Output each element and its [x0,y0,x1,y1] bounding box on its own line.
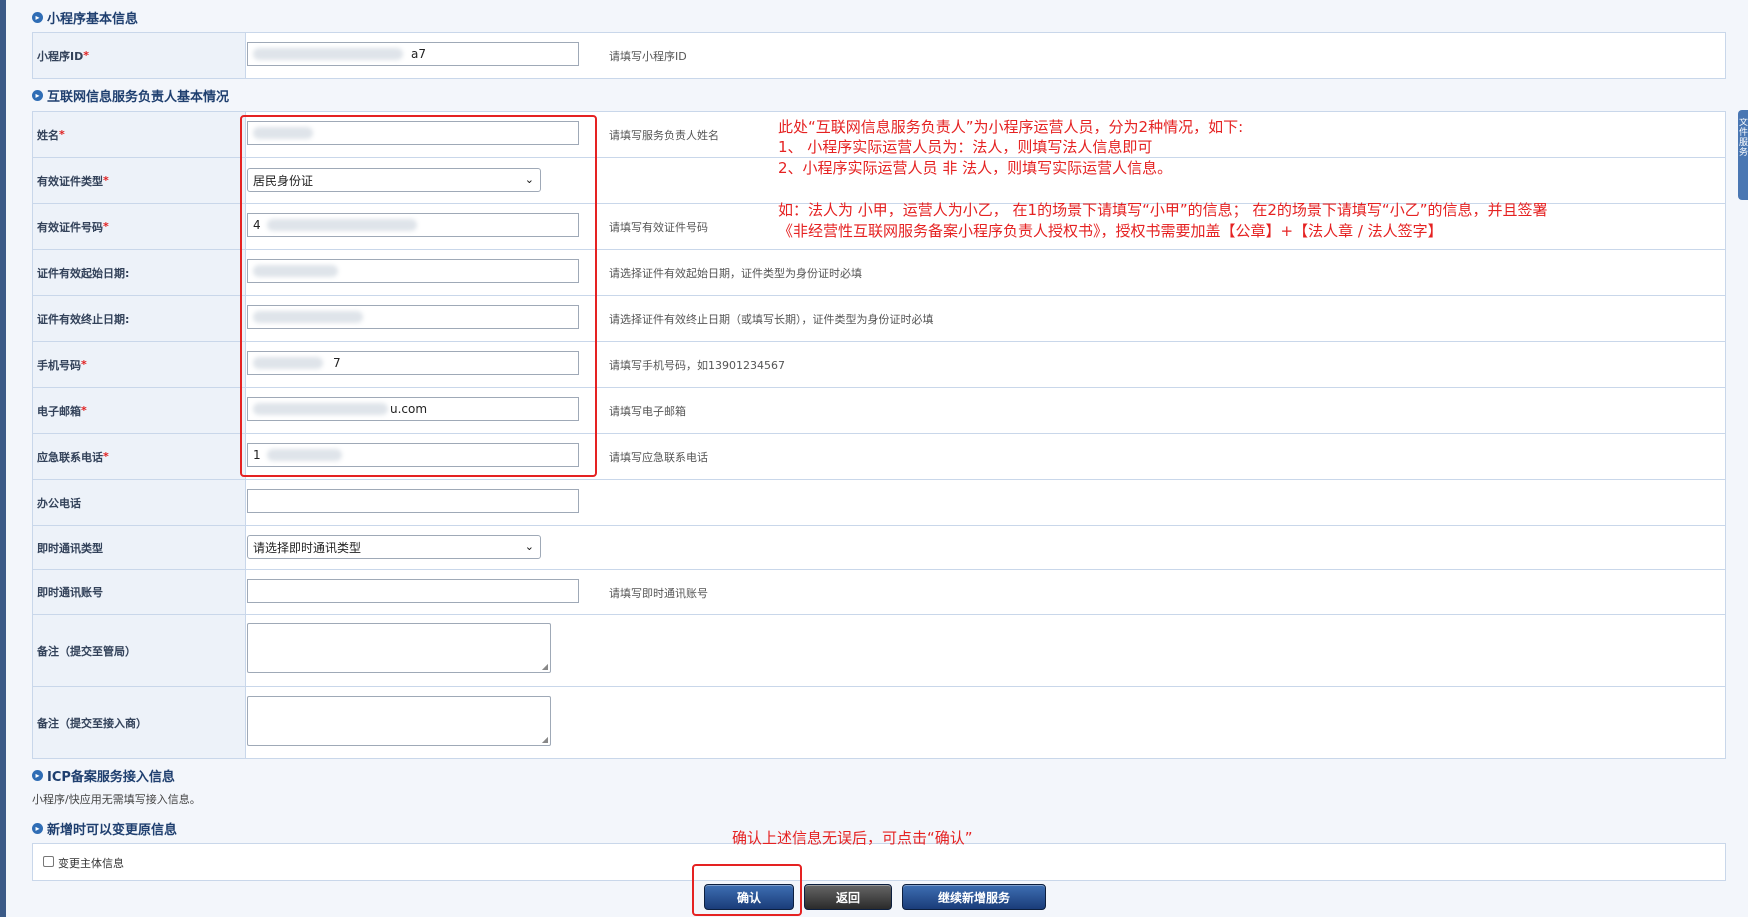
name-label: 姓名 * [33,112,246,157]
annotation-line-5: 《非经营性互联网服务备案小程序负责人授权书》，授权书需要加盖【公章】+【法人章 … [778,222,1443,240]
mini-program-id-label: 小程序ID * [33,33,246,78]
email-label: 电子邮箱 * [33,388,246,433]
mobile-hint: 请填写手机号码，如13901234567 [609,359,785,372]
email-input[interactable]: u.com [247,397,579,421]
icp-note: 小程序/快应用无需填写接入信息。 [32,793,201,806]
end-date-input[interactable] [247,305,579,329]
row-mobile: 手机号码 * 7 请填写手机号码，如13901234567 [33,342,1725,388]
im-type-label: 即时通讯类型 [33,526,246,569]
resize-grip-icon[interactable]: ◢ [542,735,548,744]
section-title-text: 新增时可以变更原信息 [47,823,178,838]
section-change-info: ▸ 新增时可以变更原信息 [32,819,177,838]
mobile-label: 手机号码 * [33,342,246,387]
id-number-input[interactable]: 4 [247,213,579,237]
section-bullet-icon: ▸ [32,12,43,23]
section-title-text: ICP备案服务接入信息 [47,770,175,785]
im-type-select[interactable]: 请选择即时通讯类型 ⌄ [247,535,541,559]
redacted-value [253,311,363,323]
annotation-line-2: 1、 小程序实际运营人员为：法人，则填写法人信息即可 [778,138,1153,156]
remark-bureau-textarea[interactable]: ◢ [247,623,551,673]
start-date-hint: 请选择证件有效起始日期，证件类型为身份证时必填 [609,267,862,280]
row-remark-access: 备注（提交至接入商） ◢ [33,687,1725,758]
office-phone-input[interactable] [247,489,579,513]
id-number-hint: 请填写有效证件号码 [609,221,708,234]
redacted-value [253,265,338,277]
redacted-value [253,403,388,415]
row-end-date: 证件有效终止日期: 请选择证件有效终止日期（或填写长期），证件类型为身份证时必填 [33,296,1725,342]
section-bullet-icon: ▸ [32,90,43,101]
chevron-down-icon: ⌄ [524,173,534,186]
section-bullet-icon: ▸ [32,823,43,834]
continue-add-service-button[interactable]: 继续新增服务 [902,884,1046,910]
row-remark-bureau: 备注（提交至管局） ◢ [33,615,1725,687]
name-input[interactable] [247,121,579,145]
redacted-value [266,219,417,231]
row-emergency: 应急联系电话 * 1 请填写应急联系电话 [33,434,1725,480]
row-im-type: 即时通讯类型 请选择即时通讯类型 ⌄ [33,526,1725,570]
side-tab-label: 文件服务 [1739,118,1748,158]
id-type-select[interactable]: 居民身份证 ⌄ [247,168,541,192]
back-button[interactable]: 返回 [804,884,892,910]
start-date-input[interactable] [247,259,579,283]
row-im-account: 即时通讯账号 请填写即时通讯账号 [33,570,1725,615]
im-account-hint: 请填写即时通讯账号 [609,587,708,600]
left-frame-bar [0,0,6,917]
row-mini-program-id: 小程序ID * a7 请填写小程序ID [33,33,1725,78]
email-hint: 请填写电子邮箱 [609,405,686,418]
start-date-label: 证件有效起始日期: [33,250,246,295]
office-phone-label: 办公电话 [33,480,246,525]
name-hint: 请填写服务负责人姓名 [609,129,719,142]
row-email: 电子邮箱 * u.com 请填写电子邮箱 [33,388,1725,434]
redacted-value [266,449,342,461]
section-icp-service: ▸ ICP备案服务接入信息 [32,766,175,785]
change-subject-label: 变更主体信息 [58,857,124,870]
redacted-value [253,127,313,139]
mini-program-id-input[interactable]: a7 [247,42,579,66]
mini-program-id-hint: 请填写小程序ID [609,50,687,63]
change-info-table: 变更主体信息 [32,843,1726,881]
end-date-label: 证件有效终止日期: [33,296,246,341]
resize-grip-icon[interactable]: ◢ [542,662,548,671]
chevron-down-icon: ⌄ [524,540,534,553]
annotation-confirm-tip: 确认上述信息无误后，可点击“确认” [732,829,973,847]
change-subject-checkbox[interactable] [43,856,54,867]
end-date-hint: 请选择证件有效终止日期（或填写长期），证件类型为身份证时必填 [609,313,934,326]
im-account-label: 即时通讯账号 [33,570,246,614]
section-title-text: 小程序基本信息 [47,12,139,27]
mobile-input[interactable]: 7 [247,351,579,375]
emergency-label: 应急联系电话 * [33,434,246,479]
remark-access-textarea[interactable]: ◢ [247,696,551,746]
redacted-value [253,48,403,60]
section-owner-info: ▸ 互联网信息服务负责人基本情况 [32,86,229,105]
row-start-date: 证件有效起始日期: 请选择证件有效起始日期，证件类型为身份证时必填 [33,250,1725,296]
id-type-label: 有效证件类型 * [33,158,246,203]
section-bullet-icon: ▸ [32,770,43,781]
remark-bureau-label: 备注（提交至管局） [33,615,246,686]
row-office-phone: 办公电话 [33,480,1725,526]
section-mini-program-info: ▸ 小程序基本信息 [32,8,138,27]
emergency-input[interactable]: 1 [247,443,579,467]
redacted-value [253,357,323,369]
mini-program-table: 小程序ID * a7 请填写小程序ID [32,32,1726,79]
annotation-line-1: 此处“互联网信息服务负责人”为小程序运营人员，分为2种情况，如下: [778,118,1244,136]
section-title-text: 互联网信息服务负责人基本情况 [47,90,230,105]
annotation-line-4: 如：法人为 小甲，运营人为小乙， 在1的场景下请填写“小甲”的信息； 在2的场景… [778,201,1548,219]
im-account-input[interactable] [247,579,579,603]
annotation-line-3: 2、小程序实际运营人员 非 法人，则填写实际运营人信息。 [778,159,1173,177]
emergency-hint: 请填写应急联系电话 [609,451,708,464]
id-number-label: 有效证件号码 * [33,204,246,249]
confirm-button[interactable]: 确认 [704,884,794,910]
remark-access-label: 备注（提交至接入商） [33,687,246,758]
